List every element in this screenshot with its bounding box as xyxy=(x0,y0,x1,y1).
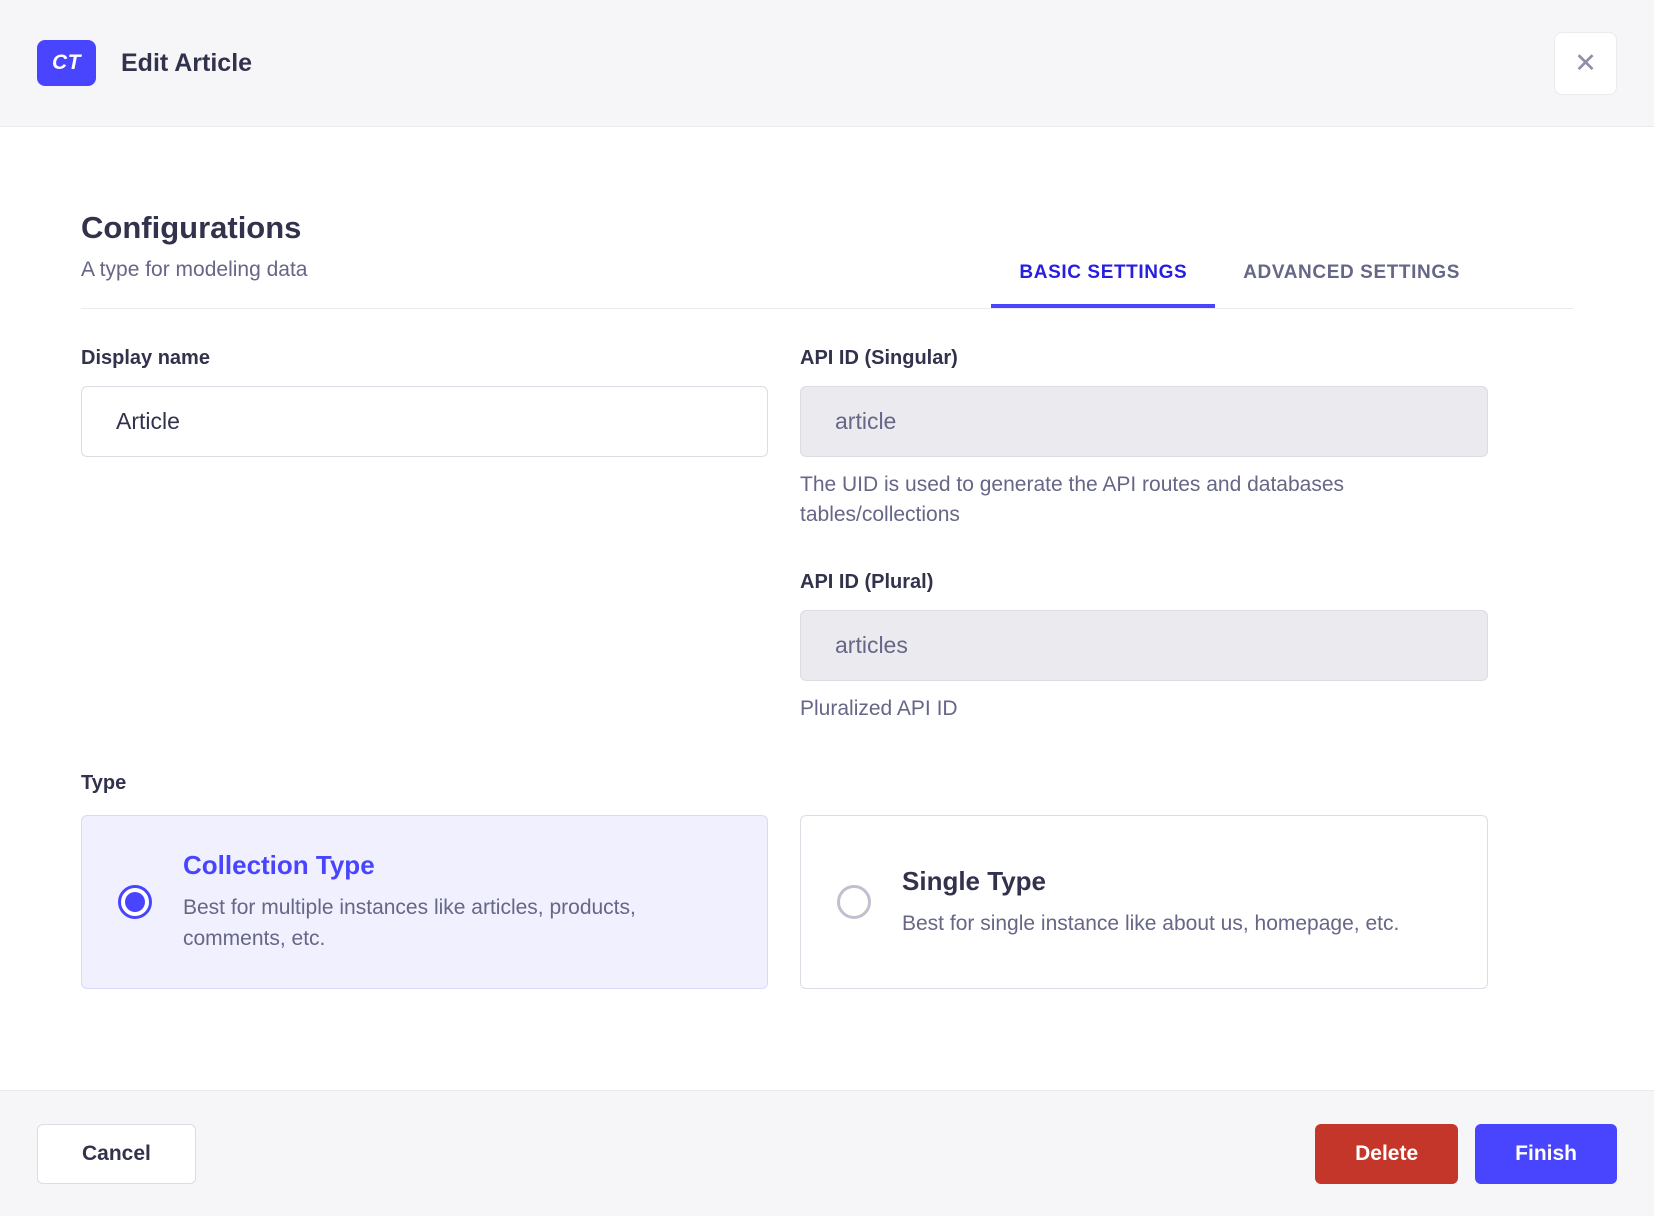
radio-dot xyxy=(125,892,145,913)
modal-header: CT Edit Article ✕ xyxy=(0,0,1654,127)
delete-button[interactable]: Delete xyxy=(1315,1123,1459,1184)
type-section-label-wrap: Type xyxy=(81,772,768,795)
page-subtitle: A type for modeling data xyxy=(81,258,308,281)
content-type-badge-label: CT xyxy=(52,51,81,74)
tab-basic-settings[interactable]: BASIC SETTINGS xyxy=(991,244,1216,308)
close-icon: ✕ xyxy=(1574,47,1597,78)
footer-actions: Delete Finish xyxy=(1315,1123,1617,1184)
collection-type-option[interactable]: Collection Type Best for multiple instan… xyxy=(81,815,768,990)
settings-tabs: BASIC SETTINGS ADVANCED SETTINGS xyxy=(991,244,1488,308)
collection-type-description: Best for multiple instances like article… xyxy=(183,896,636,951)
api-id-plural-input xyxy=(800,609,1488,681)
collection-type-card-wrap: Collection Type Best for multiple instan… xyxy=(81,815,768,990)
cancel-button[interactable]: Cancel xyxy=(37,1123,196,1184)
type-section-label: Type xyxy=(81,772,127,795)
tab-advanced-settings[interactable]: ADVANCED SETTINGS xyxy=(1215,244,1488,308)
modal-footer: Cancel Delete Finish xyxy=(0,1090,1654,1216)
single-type-card-wrap: Single Type Best for single instance lik… xyxy=(800,815,1488,990)
collection-type-text: Collection Type Best for multiple instan… xyxy=(183,850,728,954)
api-id-plural-field-group: API ID (Plural) Pluralized API ID xyxy=(800,571,1488,724)
api-id-singular-input xyxy=(800,386,1488,457)
modal-body: Configurations A type for modeling data … xyxy=(0,127,1654,1090)
single-type-title: Single Type xyxy=(902,865,1046,896)
display-name-label: Display name xyxy=(81,347,210,369)
single-type-text: Single Type Best for single instance lik… xyxy=(902,866,1399,939)
single-type-description: Best for single instance like about us, … xyxy=(902,911,1400,935)
api-id-plural-label: API ID (Plural) xyxy=(800,570,934,593)
radio-checked-icon[interactable] xyxy=(118,885,152,920)
content-type-badge: CT xyxy=(37,40,96,86)
api-id-singular-field-group: API ID (Singular) The UID is used to gen… xyxy=(800,347,1488,531)
single-type-option[interactable]: Single Type Best for single instance lik… xyxy=(800,815,1488,990)
page-title: Configurations xyxy=(81,210,302,245)
api-id-plural-help: Pluralized API ID xyxy=(800,696,958,720)
edit-article-modal: CT Edit Article ✕ Configurations A type … xyxy=(0,0,1654,1216)
modal-title: Edit Article xyxy=(121,48,253,77)
config-header: Configurations A type for modeling data … xyxy=(81,210,1573,309)
configuration-form: Display name API ID (Singular) The UID i… xyxy=(81,347,1573,990)
finish-button[interactable]: Finish xyxy=(1475,1123,1617,1184)
radio-unchecked-icon[interactable] xyxy=(837,885,871,920)
api-id-singular-label: API ID (Singular) xyxy=(800,347,958,369)
config-titles: Configurations A type for modeling data xyxy=(81,210,307,308)
display-name-field-group: Display name xyxy=(81,347,768,531)
display-name-input[interactable] xyxy=(81,386,768,457)
collection-type-title: Collection Type xyxy=(183,850,375,881)
close-button[interactable]: ✕ xyxy=(1554,31,1617,95)
api-id-singular-help: The UID is used to generate the API rout… xyxy=(800,473,1345,527)
